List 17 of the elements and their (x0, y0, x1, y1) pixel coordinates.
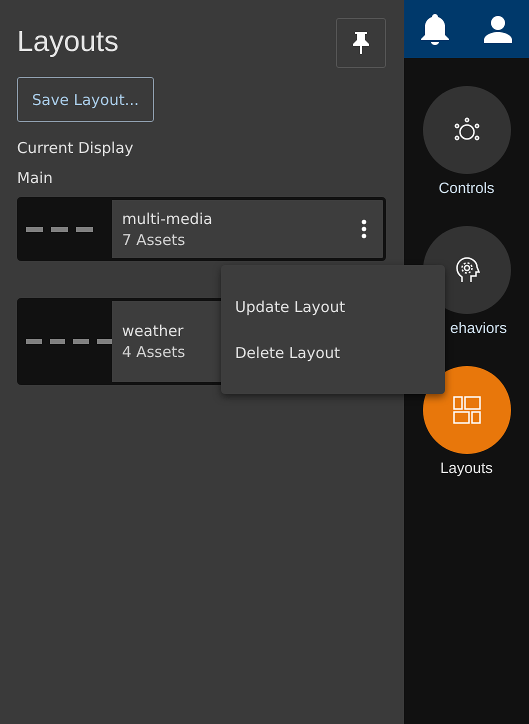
asset-count: 7 Assets (122, 230, 186, 248)
panel-title: Layouts (17, 26, 119, 59)
pin-icon (352, 31, 370, 55)
more-icon (361, 219, 367, 239)
asset-count: 4 Assets (122, 343, 186, 361)
nav-label: ehaviors (450, 320, 507, 337)
display-name: Main (17, 169, 54, 187)
section-label: Current Display (17, 139, 134, 157)
notification-icon[interactable] (420, 13, 450, 45)
save-layout-button[interactable]: Save Layout... (17, 77, 154, 122)
user-icon[interactable] (482, 15, 513, 43)
nav-label: Controls (438, 180, 494, 197)
nav-label: Layouts (440, 460, 493, 477)
grid-icon (452, 396, 480, 424)
layout-name: weather (122, 322, 184, 340)
pin-button[interactable] (336, 18, 386, 68)
layout-name: multi-media (122, 210, 212, 228)
